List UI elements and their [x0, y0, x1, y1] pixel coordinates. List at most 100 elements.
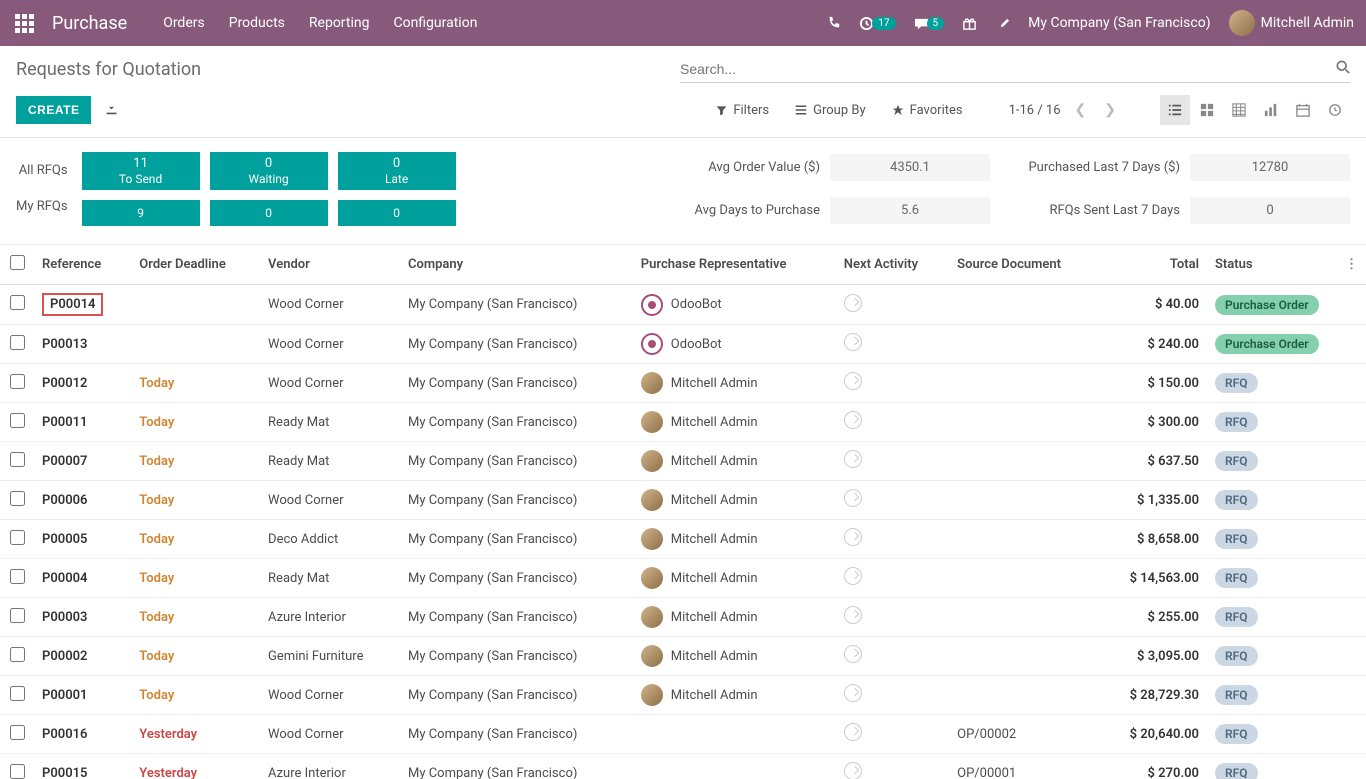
row-activity[interactable] [836, 598, 949, 637]
row-activity[interactable] [836, 520, 949, 559]
rep-avatar-icon [641, 372, 663, 394]
filters-button[interactable]: Filters [716, 103, 769, 118]
create-button[interactable]: CREATE [16, 96, 91, 124]
row-activity[interactable] [836, 559, 949, 598]
rep-avatar-icon [641, 294, 663, 316]
favorites-button[interactable]: Favorites [892, 103, 963, 118]
col-options-button[interactable]: ⋮ [1337, 245, 1366, 285]
table-row[interactable]: P00013Wood CornerMy Company (San Francis… [0, 325, 1366, 364]
dash-metric-value[interactable]: 12780 [1190, 154, 1350, 181]
tools-icon[interactable] [995, 16, 1010, 31]
view-activity-button[interactable] [1320, 95, 1350, 125]
row-checkbox[interactable] [10, 530, 25, 545]
row-status: RFQ [1207, 715, 1337, 754]
pager-next-button[interactable]: ❯ [1100, 98, 1120, 122]
search-input[interactable] [680, 61, 1336, 77]
groupby-button[interactable]: Group By [795, 103, 866, 118]
col-deadline[interactable]: Order Deadline [131, 245, 260, 285]
rep-avatar-icon [641, 411, 663, 433]
row-activity[interactable] [836, 676, 949, 715]
table-row[interactable]: P00002TodayGemini FurnitureMy Company (S… [0, 637, 1366, 676]
row-checkbox[interactable] [10, 452, 25, 467]
row-checkbox[interactable] [10, 647, 25, 662]
table-row[interactable]: P00011TodayReady MatMy Company (San Fran… [0, 403, 1366, 442]
dash-card-my-0[interactable]: 9 [82, 200, 200, 226]
col-reference[interactable]: Reference [34, 245, 131, 285]
table-row[interactable]: P00012TodayWood CornerMy Company (San Fr… [0, 364, 1366, 403]
company-switcher[interactable]: My Company (San Francisco) [1028, 15, 1210, 31]
row-checkbox[interactable] [10, 608, 25, 623]
col-source[interactable]: Source Document [949, 245, 1100, 285]
row-activity[interactable] [836, 364, 949, 403]
row-activity[interactable] [836, 403, 949, 442]
view-calendar-button[interactable] [1288, 95, 1318, 125]
select-all-checkbox[interactable] [10, 255, 25, 270]
dash-card-my-1[interactable]: 0 [210, 200, 328, 226]
row-activity[interactable] [836, 481, 949, 520]
row-checkbox[interactable] [10, 374, 25, 389]
gift-icon[interactable] [962, 16, 977, 31]
app-name[interactable]: Purchase [52, 13, 127, 34]
table-row[interactable]: P00006TodayWood CornerMy Company (San Fr… [0, 481, 1366, 520]
row-checkbox[interactable] [10, 686, 25, 701]
dash-card-late[interactable]: 0Late [338, 152, 456, 190]
phone-icon[interactable] [827, 16, 841, 30]
col-vendor[interactable]: Vendor [260, 245, 400, 285]
table-scroll[interactable]: Reference Order Deadline Vendor Company … [0, 245, 1366, 779]
col-total[interactable]: Total [1100, 245, 1207, 285]
messages-icon[interactable]: 5 [914, 16, 945, 31]
apps-grid-icon [15, 14, 34, 33]
dash-metric-value[interactable]: 0 [1190, 197, 1350, 224]
table-row[interactable]: P00003TodayAzure InteriorMy Company (San… [0, 598, 1366, 637]
nav-products[interactable]: Products [229, 15, 285, 31]
nav-reporting[interactable]: Reporting [309, 15, 370, 31]
clock-icon [844, 450, 862, 468]
dash-card-to-send[interactable]: 11To Send [82, 152, 200, 190]
row-activity[interactable] [836, 325, 949, 364]
activities-icon[interactable]: 17 [859, 16, 895, 31]
row-total: $ 300.00 [1100, 403, 1207, 442]
row-checkbox[interactable] [10, 491, 25, 506]
table-row[interactable]: P00005TodayDeco AddictMy Company (San Fr… [0, 520, 1366, 559]
view-pivot-button[interactable] [1224, 95, 1254, 125]
dash-metric-value[interactable]: 4350.1 [830, 154, 990, 181]
dash-card-waiting[interactable]: 0Waiting [210, 152, 328, 190]
view-kanban-button[interactable] [1192, 95, 1222, 125]
col-activity[interactable]: Next Activity [836, 245, 949, 285]
search-bar[interactable] [680, 56, 1350, 83]
rep-name: Mitchell Admin [671, 688, 758, 703]
table-row[interactable]: P00016YesterdayWood CornerMy Company (Sa… [0, 715, 1366, 754]
dash-card-my-2[interactable]: 0 [338, 200, 456, 226]
row-checkbox[interactable] [10, 413, 25, 428]
import-button[interactable] [105, 102, 118, 119]
user-menu[interactable]: Mitchell Admin [1229, 10, 1354, 36]
col-company[interactable]: Company [400, 245, 633, 285]
row-activity[interactable] [836, 637, 949, 676]
pager-prev-button[interactable]: ❮ [1071, 98, 1091, 122]
table-row[interactable]: P00014Wood CornerMy Company (San Francis… [0, 285, 1366, 325]
row-checkbox[interactable] [10, 725, 25, 740]
row-checkbox[interactable] [10, 764, 25, 779]
row-vendor: Wood Corner [260, 676, 400, 715]
table-row[interactable]: P00001TodayWood CornerMy Company (San Fr… [0, 676, 1366, 715]
apps-menu-button[interactable] [12, 11, 36, 35]
search-icon[interactable] [1336, 60, 1350, 78]
row-checkbox[interactable] [10, 335, 25, 350]
nav-configuration[interactable]: Configuration [393, 15, 477, 31]
nav-orders[interactable]: Orders [163, 15, 205, 31]
view-list-button[interactable] [1160, 95, 1190, 125]
col-status-h[interactable]: Status [1207, 245, 1337, 285]
table-row[interactable]: P00015YesterdayAzure InteriorMy Company … [0, 754, 1366, 779]
row-activity[interactable] [836, 715, 949, 754]
row-activity[interactable] [836, 285, 949, 325]
row-activity[interactable] [836, 754, 949, 779]
row-activity[interactable] [836, 442, 949, 481]
col-rep[interactable]: Purchase Representative [633, 245, 836, 285]
table-row[interactable]: P00004TodayReady MatMy Company (San Fran… [0, 559, 1366, 598]
dash-metric-value[interactable]: 5.6 [830, 197, 990, 224]
view-graph-button[interactable] [1256, 95, 1286, 125]
row-checkbox[interactable] [10, 295, 25, 310]
table-row[interactable]: P00007TodayReady MatMy Company (San Fran… [0, 442, 1366, 481]
rfq-table: Reference Order Deadline Vendor Company … [0, 245, 1366, 779]
row-checkbox[interactable] [10, 569, 25, 584]
